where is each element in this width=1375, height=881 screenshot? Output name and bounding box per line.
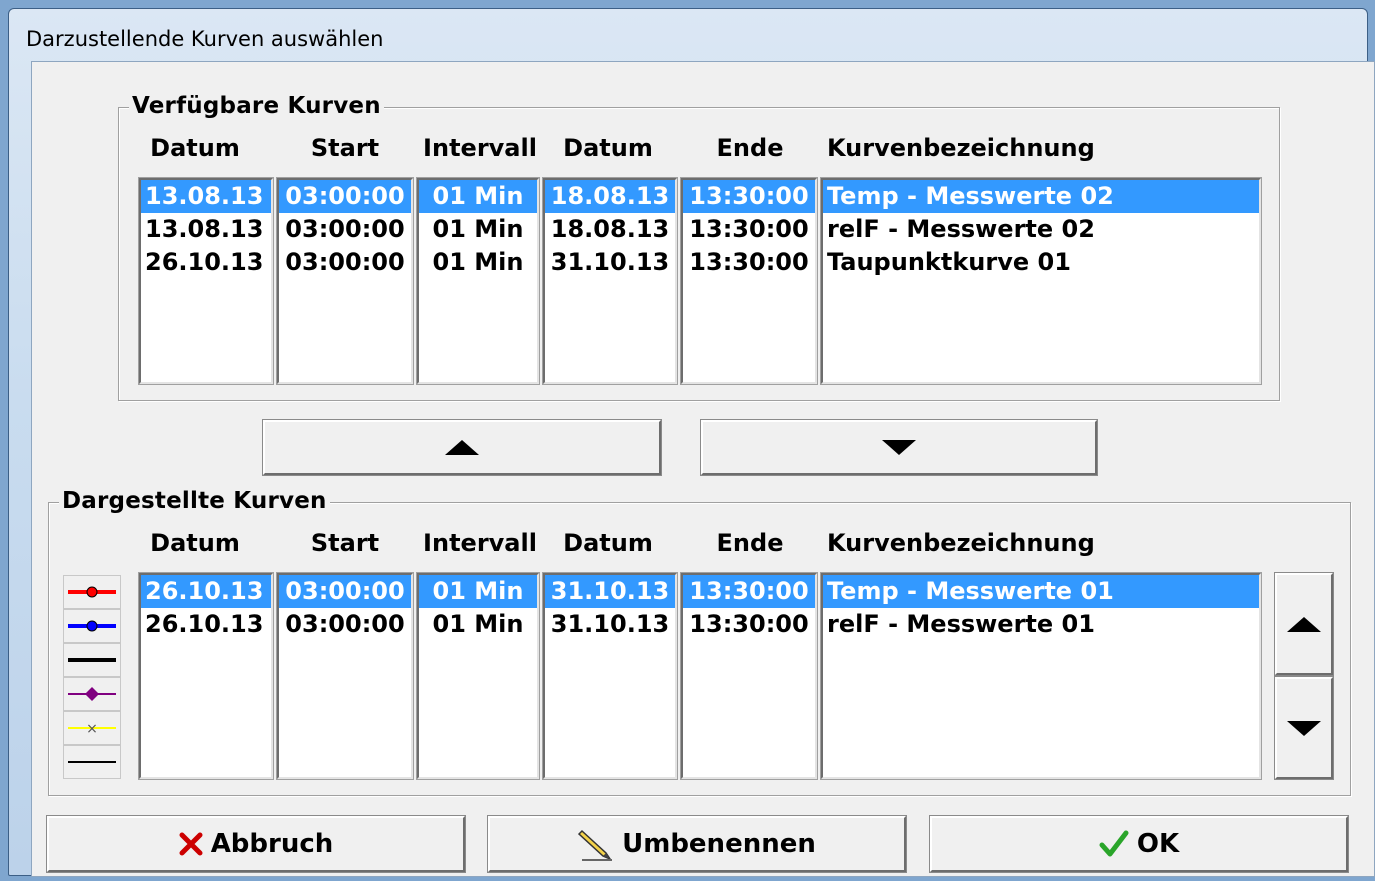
col-header-intervall: Intervall bbox=[423, 529, 537, 557]
list-item[interactable]: Temp - Messwerte 01 bbox=[823, 575, 1259, 608]
list-datum-start[interactable]: 26.10.13 26.10.13 bbox=[138, 572, 274, 780]
arrow-up-icon bbox=[1287, 616, 1321, 632]
list-datum-start[interactable]: 13.08.13 13.08.13 26.10.13 bbox=[138, 177, 274, 385]
list-intervall[interactable]: 01 Min 01 Min bbox=[416, 572, 540, 780]
legend-swatch[interactable]: × bbox=[63, 711, 121, 745]
dialog-client: Verfügbare Kurven Datum Start Intervall … bbox=[31, 61, 1375, 877]
list-item[interactable]: Temp - Messwerte 02 bbox=[823, 180, 1259, 213]
list-item[interactable]: 31.10.13 bbox=[545, 246, 675, 279]
list-item[interactable]: 03:00:00 bbox=[279, 180, 411, 213]
list-item[interactable]: 13:30:00 bbox=[683, 608, 815, 641]
available-curves-group: Verfügbare Kurven Datum Start Intervall … bbox=[118, 93, 1280, 401]
list-item[interactable]: 31.10.13 bbox=[545, 575, 675, 608]
legend-swatch[interactable] bbox=[63, 677, 121, 711]
legend-swatch[interactable] bbox=[63, 575, 121, 609]
list-datum-end[interactable]: 31.10.13 31.10.13 bbox=[542, 572, 678, 780]
diamond-marker bbox=[85, 687, 99, 701]
col-header-ende: Ende bbox=[716, 134, 784, 162]
checkmark-icon bbox=[1099, 830, 1129, 858]
col-header-kurvenbezeichnung: Kurvenbezeichnung bbox=[827, 529, 1095, 557]
list-item[interactable]: 26.10.13 bbox=[141, 575, 271, 608]
list-datum-end[interactable]: 18.08.13 18.08.13 31.10.13 bbox=[542, 177, 678, 385]
x-marker: × bbox=[86, 721, 98, 737]
list-item[interactable]: 01 Min bbox=[419, 608, 537, 641]
rename-button[interactable]: Umbenennen bbox=[487, 815, 907, 873]
legend-swatch[interactable] bbox=[63, 643, 121, 677]
col-header-start: Start bbox=[310, 134, 380, 162]
cancel-label: Abbruch bbox=[210, 829, 334, 859]
line-style-icon bbox=[68, 687, 116, 701]
list-end-time[interactable]: 13:30:00 13:30:00 13:30:00 bbox=[680, 177, 818, 385]
cancel-button[interactable]: Abbruch bbox=[46, 815, 466, 873]
col-header-kurvenbezeichnung: Kurvenbezeichnung bbox=[827, 134, 1095, 162]
list-end-time[interactable]: 13:30:00 13:30:00 bbox=[680, 572, 818, 780]
line-style-icon bbox=[68, 761, 116, 763]
circle-marker bbox=[86, 620, 98, 632]
ok-button[interactable]: OK bbox=[929, 815, 1349, 873]
col-header-datum-1: Datum bbox=[150, 529, 240, 557]
list-item[interactable]: 01 Min bbox=[419, 246, 537, 279]
legend-swatch[interactable] bbox=[63, 745, 121, 779]
list-kurvenbezeichnung[interactable]: Temp - Messwerte 01 relF - Messwerte 01 bbox=[820, 572, 1262, 780]
move-curve-up-button[interactable] bbox=[1274, 572, 1334, 676]
list-item[interactable]: 01 Min bbox=[419, 180, 537, 213]
move-up-button[interactable] bbox=[262, 419, 662, 476]
available-curves-title: Verfügbare Kurven bbox=[129, 93, 384, 119]
list-item[interactable]: 13.08.13 bbox=[141, 180, 271, 213]
legend-swatch[interactable] bbox=[63, 609, 121, 643]
list-item[interactable]: 13:30:00 bbox=[683, 180, 815, 213]
curve-style-legend: × bbox=[63, 575, 121, 780]
ok-label: OK bbox=[1136, 829, 1180, 859]
list-item[interactable]: 13:30:00 bbox=[683, 213, 815, 246]
list-kurvenbezeichnung[interactable]: Temp - Messwerte 02 relF - Messwerte 02 Ta… bbox=[820, 177, 1262, 385]
col-header-datum-1: Datum bbox=[150, 134, 240, 162]
list-start-time[interactable]: 03:00:00 03:00:00 bbox=[276, 572, 414, 780]
move-curve-down-button[interactable] bbox=[1274, 676, 1334, 780]
arrow-down-icon bbox=[882, 440, 916, 455]
close-icon bbox=[179, 832, 203, 856]
line-style-icon: × bbox=[68, 721, 116, 737]
rename-label: Umbenennen bbox=[622, 829, 816, 859]
line-style-icon bbox=[68, 658, 116, 662]
window-title: Darzustellende Kurven auswählen bbox=[26, 27, 384, 51]
list-item[interactable]: 13:30:00 bbox=[683, 246, 815, 279]
line-style-icon bbox=[68, 620, 116, 632]
list-item[interactable]: 03:00:00 bbox=[279, 608, 411, 641]
list-item[interactable]: 13.08.13 bbox=[141, 213, 271, 246]
list-item[interactable]: 13:30:00 bbox=[683, 575, 815, 608]
line-style-icon bbox=[68, 586, 116, 598]
col-header-datum-2: Datum bbox=[563, 134, 653, 162]
list-intervall[interactable]: 01 Min 01 Min 01 Min bbox=[416, 177, 540, 385]
list-item[interactable]: 03:00:00 bbox=[279, 246, 411, 279]
list-item[interactable]: relF - Messwerte 01 bbox=[823, 608, 1259, 641]
list-item[interactable]: 26.10.13 bbox=[141, 246, 271, 279]
col-header-intervall: Intervall bbox=[423, 134, 537, 162]
col-header-datum-2: Datum bbox=[563, 529, 653, 557]
displayed-curves-title: Dargestellte Kurven bbox=[59, 488, 330, 514]
list-item[interactable]: Taupunktkurve 01 bbox=[823, 246, 1259, 279]
displayed-curves-group: Dargestellte Kurven Datum Start Interval… bbox=[48, 488, 1351, 796]
list-item[interactable]: 03:00:00 bbox=[279, 213, 411, 246]
list-item[interactable]: 01 Min bbox=[419, 213, 537, 246]
list-item[interactable]: 31.10.13 bbox=[545, 608, 675, 641]
arrow-up-icon bbox=[445, 440, 479, 455]
dialog-window: Darzustellende Kurven auswählen Verfügba… bbox=[8, 8, 1375, 877]
move-down-button[interactable] bbox=[700, 419, 1098, 476]
col-header-start: Start bbox=[310, 529, 380, 557]
col-header-ende: Ende bbox=[716, 529, 784, 557]
list-item[interactable]: 26.10.13 bbox=[141, 608, 271, 641]
list-item[interactable]: 01 Min bbox=[419, 575, 537, 608]
list-start-time[interactable]: 03:00:00 03:00:00 03:00:00 bbox=[276, 177, 414, 385]
list-item[interactable]: 03:00:00 bbox=[279, 575, 411, 608]
list-item[interactable]: 18.08.13 bbox=[545, 180, 675, 213]
circle-marker bbox=[86, 586, 98, 598]
pencil-icon bbox=[578, 827, 614, 861]
arrow-down-icon bbox=[1287, 720, 1321, 736]
list-item[interactable]: 18.08.13 bbox=[545, 213, 675, 246]
list-item[interactable]: relF - Messwerte 02 bbox=[823, 213, 1259, 246]
